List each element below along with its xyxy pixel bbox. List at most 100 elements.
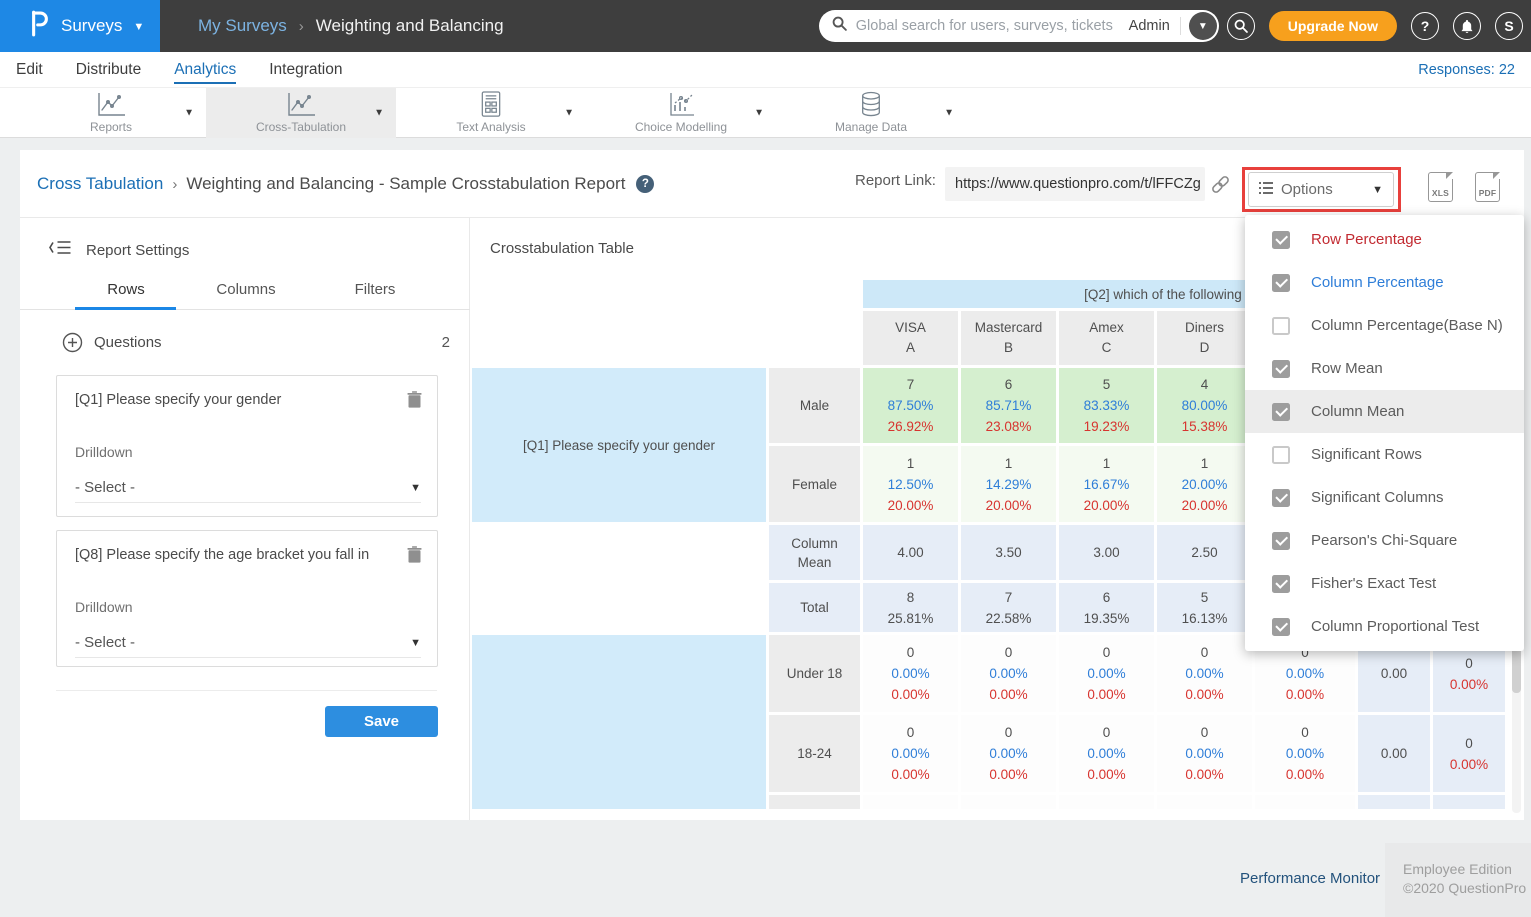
drilldown-select[interactable]: - Select - ▼ [75, 628, 421, 658]
avatar[interactable]: S [1495, 12, 1523, 40]
link-icon[interactable] [1210, 174, 1231, 200]
report-link-url[interactable]: https://www.questionpro.com/t/lFFCZg [945, 167, 1205, 201]
crosstab-cell: 00.00%0.00% [863, 635, 958, 712]
option-label: Column Percentage [1311, 274, 1444, 291]
crosstab-cell: 787.50%26.92% [863, 368, 958, 443]
toolbar-item-choice-modelling[interactable]: Choice Modelling▼ [586, 88, 776, 138]
option-row-mean[interactable]: Row Mean [1245, 347, 1524, 390]
export-pdf-button[interactable]: PDF [1475, 172, 1500, 202]
tab-filters[interactable]: Filters [315, 275, 435, 309]
chevron-down-icon[interactable]: ▼ [564, 108, 574, 119]
toolbar-item-cross-tabulation[interactable]: Cross-Tabulation▼ [206, 88, 396, 138]
option-column-percentage-base-n[interactable]: Column Percentage(Base N) [1245, 304, 1524, 347]
crosstab-cell: 825.81% [863, 583, 958, 632]
crosstab-cell [1433, 795, 1505, 809]
option-row-percentage[interactable]: Row Percentage [1245, 218, 1524, 261]
option-column-mean[interactable]: Column Mean [1245, 390, 1524, 433]
chevron-down-icon[interactable]: ▼ [754, 108, 764, 119]
cross-tabulation-link[interactable]: Cross Tabulation [37, 174, 163, 194]
nav-tab-edit[interactable]: Edit [16, 55, 43, 84]
topbar: Surveys ▼ My Surveys › Weighting and Bal… [0, 0, 1531, 52]
option-fisher-s-exact-test[interactable]: Fisher's Exact Test [1245, 562, 1524, 605]
checkbox-checked-icon[interactable] [1272, 618, 1290, 636]
crosstab-cell [961, 795, 1056, 809]
settings-tabs: Rows Columns Filters [20, 275, 470, 310]
text-doc-icon [479, 92, 503, 118]
analytics-toolbar: Reports▼Cross-Tabulation▼Text Analysis▼C… [0, 88, 1531, 138]
checkbox-checked-icon[interactable] [1272, 231, 1290, 249]
global-search[interactable]: Admin ▼ [819, 10, 1219, 42]
brand-label: Surveys [61, 16, 122, 36]
add-question-icon[interactable] [62, 332, 83, 353]
checkbox-checked-icon[interactable] [1272, 274, 1290, 292]
line-chart-icon [96, 92, 126, 118]
delete-question-icon[interactable] [407, 391, 422, 413]
questions-count: 2 [442, 334, 450, 351]
notifications-bell-icon[interactable] [1453, 12, 1481, 40]
delete-question-icon[interactable] [407, 546, 422, 568]
export-xls-button[interactable]: XLS [1428, 172, 1453, 202]
search-button[interactable] [1227, 12, 1255, 40]
report-settings-panel: Report Settings Rows Columns Filters Que… [20, 218, 470, 820]
toolbar-item-text-analysis[interactable]: Text Analysis▼ [396, 88, 586, 138]
option-label: Row Mean [1311, 360, 1383, 377]
responses-count[interactable]: Responses: 22 [1418, 52, 1515, 88]
toolbar-item-manage-data[interactable]: Manage Data▼ [776, 88, 966, 138]
chevron-down-icon[interactable]: ▼ [374, 108, 384, 119]
drilldown-select-value: - Select - [75, 634, 135, 651]
option-label: Column Mean [1311, 403, 1404, 420]
tab-rows[interactable]: Rows [75, 275, 177, 309]
option-significant-columns[interactable]: Significant Columns [1245, 476, 1524, 519]
brand-menu[interactable]: Surveys ▼ [0, 0, 160, 52]
column-header-amex: AmexC [1059, 311, 1154, 365]
upgrade-now-button[interactable]: Upgrade Now [1269, 11, 1397, 41]
chevron-down-icon[interactable]: ▼ [184, 108, 194, 119]
report-link-label: Report Link: [855, 172, 936, 189]
nav-tab-analytics[interactable]: Analytics [174, 55, 236, 84]
help-icon[interactable]: ? [636, 175, 654, 193]
checkbox-checked-icon[interactable] [1272, 360, 1290, 378]
questions-section-header: Questions 2 [20, 325, 470, 359]
search-scope-dropdown[interactable]: ▼ [1189, 12, 1217, 40]
option-column-percentage[interactable]: Column Percentage [1245, 261, 1524, 304]
chevron-down-icon[interactable]: ▼ [944, 108, 954, 119]
panel-title: Report Settings [86, 242, 189, 259]
checkbox-checked-icon[interactable] [1272, 403, 1290, 421]
crosstab-cell: 00.00%0.00% [1157, 635, 1252, 712]
crosstab-cell: 114.29%20.00% [961, 446, 1056, 522]
option-significant-rows[interactable]: Significant Rows [1245, 433, 1524, 476]
choice-chart-icon [667, 92, 695, 118]
checkbox-checked-icon[interactable] [1272, 532, 1290, 550]
crosstab-cell: 120.00%20.00% [1157, 446, 1252, 522]
row-label-under-18: Under 18 [769, 635, 860, 712]
topbar-breadcrumb: My Surveys › Weighting and Balancing [198, 0, 504, 52]
collapse-panel-icon[interactable] [48, 239, 73, 261]
options-dropdown-menu: Row Percentage Column Percentage Column Pe… [1245, 215, 1524, 651]
crosstab-cell: 00.00%0.00% [863, 715, 958, 792]
nav-tab-distribute[interactable]: Distribute [76, 55, 141, 84]
performance-monitor-link[interactable]: Performance Monitor [1240, 870, 1380, 887]
checkbox-checked-icon[interactable] [1272, 575, 1290, 593]
crosstab-cell [863, 795, 958, 809]
option-pearson-s-chi-square[interactable]: Pearson's Chi-Square [1245, 519, 1524, 562]
options-button[interactable]: Options ▼ [1248, 172, 1394, 207]
checkbox-unchecked-icon[interactable] [1272, 317, 1290, 335]
breadcrumb-my-surveys[interactable]: My Surveys [198, 16, 287, 36]
nav-tab-integration[interactable]: Integration [269, 55, 342, 84]
option-label: Column Percentage(Base N) [1311, 317, 1503, 334]
global-search-input[interactable] [856, 18, 1129, 34]
search-scope-label[interactable]: Admin [1129, 18, 1170, 34]
checkbox-unchecked-icon[interactable] [1272, 446, 1290, 464]
checkbox-checked-icon[interactable] [1272, 489, 1290, 507]
toolbar-item-reports[interactable]: Reports▼ [16, 88, 206, 138]
option-column-proportional-test[interactable]: Column Proportional Test [1245, 605, 1524, 648]
crosstab-cell: 3.00 [1059, 525, 1154, 580]
question-group-cell [472, 525, 766, 632]
save-button[interactable]: Save [325, 706, 438, 737]
breadcrumb-current: Weighting and Balancing [316, 16, 504, 36]
crosstab-cell: 2.50 [1157, 525, 1252, 580]
tab-columns[interactable]: Columns [177, 275, 315, 309]
help-button[interactable]: ? [1411, 12, 1439, 40]
drilldown-select[interactable]: - Select - ▼ [75, 473, 421, 503]
crosstab-cell: 722.58% [961, 583, 1056, 632]
